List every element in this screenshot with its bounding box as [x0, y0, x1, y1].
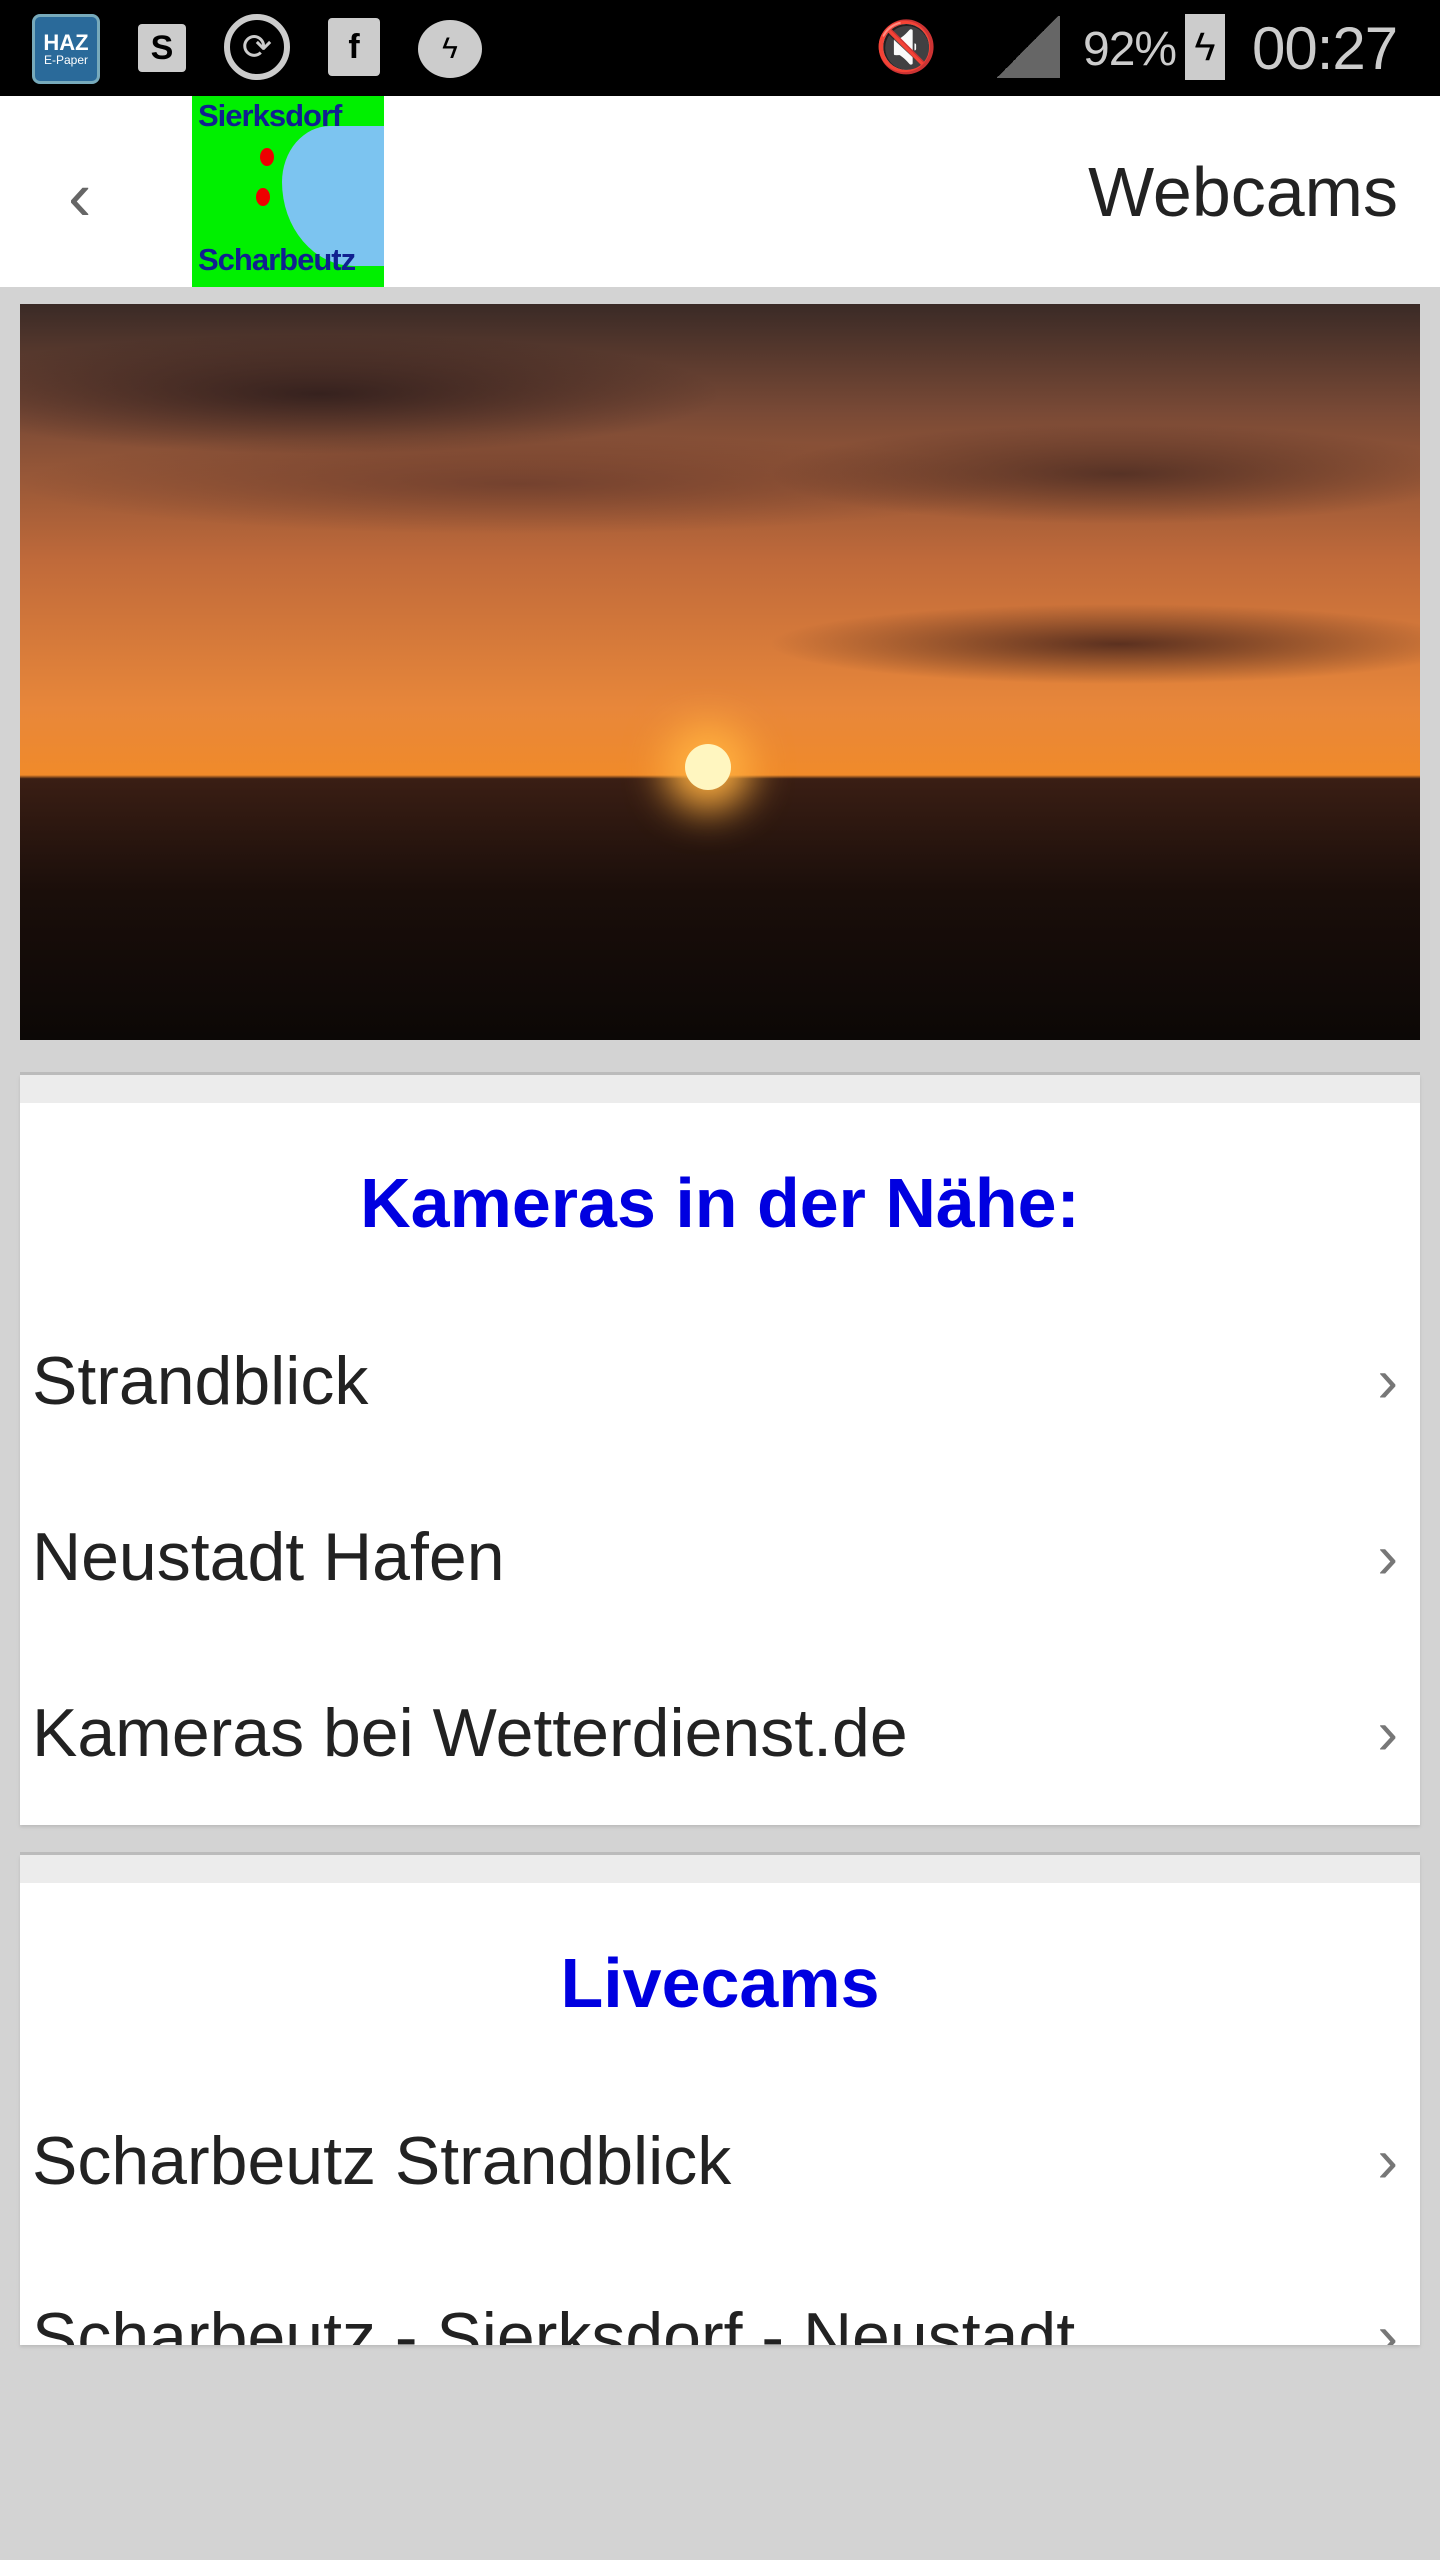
- chevron-right-icon: ›: [1377, 1698, 1398, 1768]
- battery-percent: 92%: [1083, 23, 1177, 76]
- nearby-cameras-card: Kameras in der Nähe: Strandblick › Neusta…: [20, 1075, 1420, 1825]
- mute-vibrate-icon: 🔇: [875, 18, 938, 75]
- list-item-label: Scharbeutz Strandblick: [32, 2123, 732, 2199]
- list-item[interactable]: Strandblick ›: [20, 1293, 1420, 1469]
- list-item-label: Kameras bei Wetterdienst.de: [32, 1695, 908, 1771]
- chevron-right-icon: ›: [1377, 1346, 1398, 1416]
- sunset-webcam-image: [20, 304, 1420, 1040]
- back-button[interactable]: ‹: [68, 156, 91, 236]
- battery-charging-icon: ϟ: [1185, 14, 1225, 80]
- status-bar: HAZ E-Paper S ⟳ f ϟ 🔇 92% ϟ 00:27: [0, 0, 1440, 96]
- section-heading: Kameras in der Nähe:: [360, 1164, 1080, 1242]
- list-item-label: Strandblick: [32, 1343, 369, 1419]
- app-logo: Sierksdorf Scharbeutz: [192, 96, 384, 287]
- facebook-icon: f: [328, 18, 380, 76]
- sync-icon: ⟳: [224, 14, 290, 80]
- haz-sub: E-Paper: [43, 53, 89, 67]
- section-heading: Livecams: [560, 1944, 880, 2022]
- list-item-label: Neustadt Hafen: [32, 1519, 505, 1595]
- clouds: [20, 304, 1420, 1040]
- list-item[interactable]: Scharbeutz Strandblick ›: [20, 2073, 1420, 2249]
- logo-text-bottom: Scharbeutz: [198, 242, 356, 277]
- chevron-right-icon: ›: [1377, 2302, 1398, 2346]
- messenger-icon: ϟ: [418, 20, 482, 78]
- sun: [685, 744, 731, 790]
- chevron-left-icon: ‹: [68, 157, 92, 235]
- haz-epaper-icon: HAZ E-Paper: [32, 14, 100, 84]
- skype-icon: S: [138, 24, 186, 72]
- list-item-label: Scharbeutz - Sierksdorf - Neustadt: [32, 2299, 1076, 2345]
- livecams-card: Livecams Scharbeutz Strandblick › Scharbe…: [20, 1855, 1420, 2345]
- list-item[interactable]: Kameras bei Wetterdienst.de ›: [20, 1645, 1420, 1821]
- haz-label: HAZ: [43, 30, 89, 55]
- chevron-right-icon: ›: [1377, 1522, 1398, 1592]
- logo-dot: [256, 188, 270, 206]
- list-item[interactable]: Neustadt Hafen ›: [20, 1469, 1420, 1645]
- logo-dot: [260, 148, 274, 166]
- clock: 00:27: [1252, 15, 1398, 82]
- signal-icon: [995, 16, 1060, 78]
- chevron-right-icon: ›: [1377, 2126, 1398, 2196]
- page-title: Webcams: [1088, 153, 1398, 231]
- logo-text-top: Sierksdorf: [198, 98, 342, 133]
- list-item[interactable]: Scharbeutz - Sierksdorf - Neustadt ›: [20, 2249, 1420, 2345]
